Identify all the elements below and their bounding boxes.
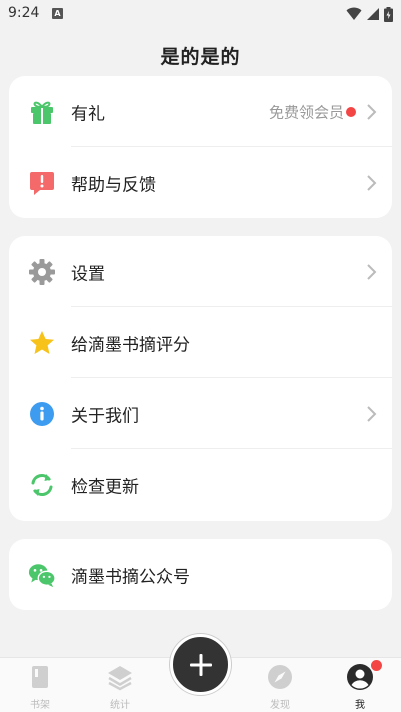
battery-icon [384, 6, 393, 22]
tab-me-label: 我 [355, 700, 365, 711]
add-button[interactable] [170, 634, 231, 695]
wechat-label: 滴墨书摘公众号 [71, 567, 190, 587]
settings-label: 设置 [71, 264, 105, 284]
gift-row[interactable]: 有礼 免费领会员 [9, 76, 392, 147]
card-bottom: 滴墨书摘公众号 [9, 539, 392, 610]
settings-row[interactable]: 设置 [9, 236, 392, 307]
status-bar: 9:24 A [0, 0, 401, 28]
gift-red-dot [346, 106, 356, 117]
chevron-right-icon [367, 405, 377, 422]
status-time: 9:24 [8, 5, 40, 21]
update-row[interactable]: 检查更新 [9, 449, 392, 520]
plus-icon [189, 653, 212, 676]
card-top: 有礼 免费领会员 帮助与反馈 [9, 76, 392, 218]
about-label: 关于我们 [71, 406, 139, 426]
tab-discover-label: 发现 [270, 700, 290, 711]
card-middle: 设置 给滴墨书摘评分 关于我们 检查更新 [9, 236, 392, 521]
info-icon [28, 400, 56, 428]
status-icons [346, 6, 393, 22]
help-row[interactable]: 帮助与反馈 [9, 147, 392, 218]
tab-stats[interactable]: 统计 [80, 658, 160, 712]
gift-icon [28, 98, 56, 126]
signal-icon [367, 8, 379, 20]
tab-me[interactable]: 我 [320, 658, 400, 712]
notification-icon: A [52, 8, 63, 19]
star-icon [28, 329, 56, 357]
chevron-right-icon [367, 103, 377, 120]
notification-badge [371, 660, 382, 671]
layers-icon [108, 666, 132, 691]
tab-discover[interactable]: 发现 [240, 658, 320, 712]
gift-label: 有礼 [71, 104, 105, 124]
wechat-row[interactable]: 滴墨书摘公众号 [9, 539, 392, 610]
tab-stats-label: 统计 [110, 700, 130, 711]
gift-extra: 免费领会员 [268, 103, 344, 121]
refresh-icon [28, 471, 56, 499]
update-label: 检查更新 [71, 477, 139, 497]
rate-label: 给滴墨书摘评分 [71, 335, 190, 355]
help-label: 帮助与反馈 [71, 175, 156, 195]
compass-icon [268, 665, 292, 689]
user-icon [347, 664, 373, 690]
wechat-icon [28, 561, 56, 589]
chevron-right-icon [367, 174, 377, 191]
tab-bookshelf[interactable]: 书架 [0, 658, 80, 712]
gear-icon [28, 258, 56, 286]
book-icon [32, 666, 48, 688]
rate-row[interactable]: 给滴墨书摘评分 [9, 307, 392, 378]
chevron-right-icon [367, 263, 377, 280]
help-icon [28, 169, 56, 197]
tab-bookshelf-label: 书架 [30, 700, 50, 711]
wifi-icon [346, 7, 362, 20]
about-row[interactable]: 关于我们 [9, 378, 392, 449]
